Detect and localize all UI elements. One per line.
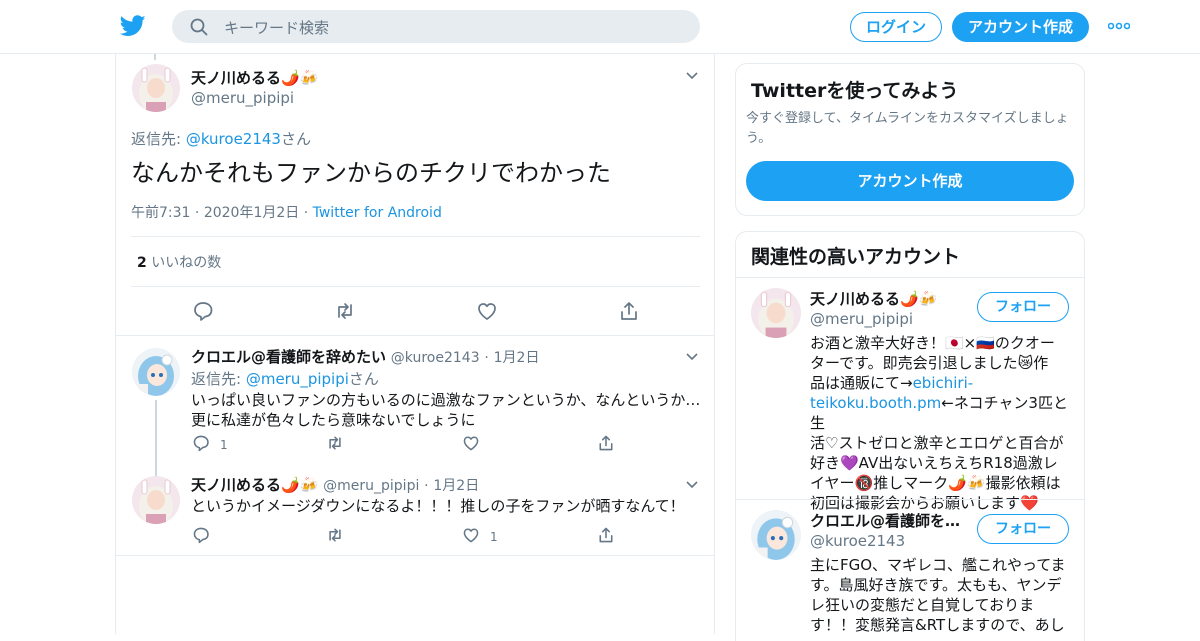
bio-link[interactable]: ebichiri-: [913, 374, 974, 392]
signup-card: Twitterを使ってみよう 今すぐ登録して、タイムラインをカスタマイズしましょ…: [735, 63, 1085, 216]
top-bar: キーワード検索 ログイン アカウント作成: [0, 0, 1200, 54]
author-handle[interactable]: @kuroe2143: [391, 350, 480, 366]
tweet-text-line: 更に私達が色々したら意味ないでしょうに: [191, 411, 476, 429]
tweet-text: というかイメージダウンになるよ！！！推しの子をファンが晒すなんて！: [191, 497, 685, 515]
related-accounts-card: 関連性の高いアカウント 天ノ川めるる🌶️🍻 @meru_pipipi フォロー …: [735, 231, 1085, 641]
bio-line: 活♡ストゼロと激辛とエロゲと百合が: [810, 434, 1064, 452]
card-title: Twitterを使ってみよう: [751, 80, 959, 102]
divider: [131, 236, 700, 237]
reply-to-link[interactable]: @meru_pipipi: [246, 370, 349, 388]
chevron-down-icon[interactable]: [685, 480, 699, 490]
reply-prefix: 返信先:: [131, 130, 186, 148]
search-box[interactable]: キーワード検索: [172, 10, 700, 43]
account-bio: お酒と激辛大好き！🇯🇵×🇷🇺のクオー ターです。即売会引退しました😿作 品は通販…: [810, 333, 1072, 513]
bio-line: イヤー🔞推しマーク🌶️🍻撮影依頼は: [810, 474, 1061, 492]
tweet-meta: 午前7:31 · 2020年1月2日 · Twitter for Android: [131, 202, 442, 222]
twitter-bird-icon[interactable]: [120, 14, 146, 38]
focused-tweet: 天ノ川めるる🌶️🍻 @meru_pipipi 返信先: @kuroe2143さん…: [116, 54, 714, 336]
retweet-icon[interactable]: [326, 526, 344, 544]
author-name[interactable]: クロエル@看護師を辞めたい: [191, 348, 386, 366]
main-column: 天ノ川めるる🌶️🍻 @meru_pipipi 返信先: @kuroe2143さん…: [115, 54, 715, 634]
meta-separator: ·: [303, 205, 313, 221]
share-icon[interactable]: [618, 300, 640, 322]
tweet-header: 天ノ川めるる🌶️🍻 @meru_pipipi · 1月2日: [191, 474, 479, 495]
reply-icon[interactable]: [192, 434, 210, 452]
bio-line: 主にFGO、マギレコ、艦これやってま: [810, 556, 1066, 574]
bio-line: す！！変態発言&RTしますので、あし: [810, 616, 1065, 634]
tweet-header: クロエル@看護師を辞めたい @kuroe2143 · 1月2日: [191, 346, 539, 367]
login-button[interactable]: ログイン: [850, 12, 942, 42]
likes-stat[interactable]: 2 いいねの数: [137, 252, 221, 272]
account-name[interactable]: クロエル@看護師を…: [810, 510, 960, 531]
bio-line: お酒と激辛大好き！🇯🇵×🇷🇺のクオー: [810, 334, 1055, 352]
reply-suffix: さん: [280, 130, 311, 148]
reply-icon[interactable]: [192, 300, 214, 322]
account-name[interactable]: 天ノ川めるる🌶️🍻: [810, 288, 937, 309]
reply-context: 返信先: @meru_pipipiさん: [191, 368, 379, 389]
meta-separator: ·: [194, 205, 204, 221]
tweet-text: いっぱい良いファンの方もいるのに過激なファンというか、なんというか… 更に私達が…: [191, 390, 701, 430]
retweet-icon[interactable]: [334, 300, 356, 322]
avatar[interactable]: [751, 510, 801, 560]
bio-line: す。島風好き族です。太もも、ヤンデ: [810, 576, 1062, 594]
signup-button[interactable]: アカウント作成: [952, 12, 1089, 42]
account-handle[interactable]: @meru_pipipi: [810, 310, 913, 328]
divider: [131, 286, 700, 287]
meta-separator: ·: [424, 478, 429, 494]
bio-line: 好き💜AV出ないえちえちR18過激レ: [810, 454, 1058, 472]
follow-button[interactable]: フォロー: [977, 292, 1069, 322]
reply-count: 1: [220, 438, 228, 452]
tweet-time[interactable]: 午前7:31: [131, 205, 190, 221]
avatar[interactable]: [132, 476, 180, 524]
like-count: 1: [490, 530, 498, 544]
share-icon[interactable]: [597, 526, 615, 544]
reply-to-link[interactable]: @kuroe2143: [186, 130, 281, 148]
bio-line: 品は通販にて→ebichiri-: [810, 373, 1072, 393]
account-item[interactable]: クロエル@看護師を… @kuroe2143 フォロー 主にFGO、マギレコ、艦こ…: [736, 500, 1084, 640]
likes-count: 2: [137, 255, 147, 271]
author-handle[interactable]: @meru_pipipi: [191, 89, 294, 107]
avatar[interactable]: [132, 64, 180, 112]
author-handle[interactable]: @meru_pipipi: [323, 478, 419, 494]
card-title: 関連性の高いアカウント: [751, 246, 961, 268]
bio-line: レ狂いの変態だと自覚しておりま: [810, 596, 1035, 614]
share-icon[interactable]: [597, 434, 615, 452]
author-name[interactable]: 天ノ川めるる🌶️🍻: [191, 67, 318, 88]
retweet-icon[interactable]: [326, 434, 344, 452]
bio-line: ターです。即売会引退しました😿作: [810, 354, 1049, 372]
tweet-date[interactable]: 2020年1月2日: [204, 205, 299, 221]
chevron-down-icon[interactable]: [685, 71, 699, 81]
likes-label: いいねの数: [151, 255, 222, 271]
bio-line: teikoku.booth.pm←ネコチャン3匹と生: [810, 393, 1072, 433]
search-input[interactable]: キーワード検索: [224, 17, 329, 38]
like-icon[interactable]: [462, 434, 480, 452]
account-bio: 主にFGO、マギレコ、艦これやってま す。島風好き族です。太もも、ヤンデ レ狂い…: [810, 555, 1072, 635]
tweet-date[interactable]: 1月2日: [494, 350, 540, 366]
avatar[interactable]: [132, 348, 180, 396]
account-handle[interactable]: @kuroe2143: [810, 532, 905, 550]
chevron-down-icon[interactable]: [685, 352, 699, 362]
tweet-date[interactable]: 1月2日: [433, 478, 479, 494]
account-item[interactable]: 天ノ川めるる🌶️🍻 @meru_pipipi フォロー お酒と激辛大好き！🇯🇵×…: [736, 278, 1084, 512]
reply-prefix: 返信先:: [191, 370, 246, 388]
tweet-text-line: いっぱい良いファンの方もいるのに過激なファンというか、なんというか…: [191, 391, 701, 409]
search-icon: [190, 18, 208, 36]
like-icon[interactable]: [476, 300, 498, 322]
meta-separator: ·: [484, 350, 489, 366]
reply-suffix: さん: [348, 370, 379, 388]
bio-link[interactable]: teikoku.booth.pm: [810, 394, 941, 412]
tweet-text: なんかそれもファンからのチクリでわかった: [131, 159, 611, 187]
author-name[interactable]: 天ノ川めるる🌶️🍻: [191, 476, 318, 494]
more-options-icon[interactable]: [1108, 22, 1130, 30]
reply-icon[interactable]: [192, 526, 210, 544]
follow-button[interactable]: フォロー: [977, 514, 1069, 544]
like-icon[interactable]: [462, 526, 480, 544]
bio-text: 品は通販にて→: [810, 374, 913, 392]
signup-card-button[interactable]: アカウント作成: [746, 161, 1074, 201]
tweet-client-link[interactable]: Twitter for Android: [313, 205, 442, 221]
avatar[interactable]: [751, 288, 801, 338]
card-subtitle: 今すぐ登録して、タイムラインをカスタマイズしましょう。: [746, 111, 1069, 146]
reply-context: 返信先: @kuroe2143さん: [131, 128, 311, 149]
